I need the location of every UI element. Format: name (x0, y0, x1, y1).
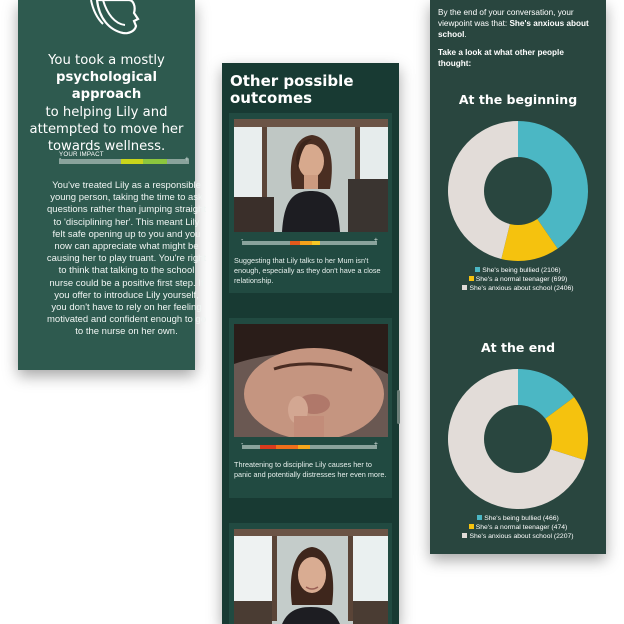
chart-title-end: At the end (480, 340, 556, 355)
legend-item-anxious: She's anxious about school (2406) (430, 284, 606, 293)
outcome-card[interactable]: - + Suggesting that Lily talks to her Mu… (229, 113, 392, 293)
outcome-video-thumbnail[interactable] (234, 529, 388, 624)
result-summary-card: You took a mostly psychological approach… (18, 0, 206, 370)
impact-segment (298, 445, 310, 449)
approach-summary: You took a mostly psychological approach… (29, 53, 184, 155)
viewpoint-summary: By the end of your conversation, your vi… (438, 8, 589, 39)
legend-item-bullied: She's being bullied (466) (430, 514, 606, 523)
chart-title-beginning: At the beginning (458, 92, 578, 107)
legend-item-anxious: She's anxious about school (2207) (430, 532, 606, 541)
outcome-caption: Suggesting that Lily talks to her Mum is… (234, 256, 381, 285)
chart-legend-beginning: She's being bullied (2106) She's a norma… (430, 266, 606, 294)
legend-swatch (475, 267, 481, 272)
outcome-card[interactable] (229, 523, 392, 624)
other-outcomes-card: Other possible outcomes - + Suggesting t… (222, 63, 399, 624)
legend-item-bullied: She's being bullied (2106) (430, 266, 606, 275)
outcomes-title: Other possible outcomes (230, 72, 354, 107)
donut-chart-end (448, 369, 588, 509)
donut-hole (484, 405, 552, 473)
legend-swatch (468, 276, 474, 282)
legend-swatch (462, 533, 468, 539)
impact-meter: - + (59, 156, 189, 164)
outcome-caption: Threatening to discipline Lily causes he… (234, 460, 387, 479)
donut-hole (484, 157, 552, 225)
legend-swatch (468, 524, 474, 530)
chart-legend-end: She's being bullied (466) She's a normal… (430, 514, 606, 542)
impact-segment (290, 241, 300, 245)
outcome-card[interactable]: - + Threatening to discipline Lily cause… (229, 318, 392, 498)
outcome-impact-meter: - + (241, 441, 378, 449)
legend-item-teenager: She's a normal teenager (474) (430, 523, 606, 532)
impact-segment (260, 445, 276, 449)
head-profile-icon (90, 0, 140, 35)
impact-segment (276, 445, 298, 449)
outcome-impact-meter: - + (241, 237, 378, 245)
impact-explanation: You've treated Lily as a responsible you… (46, 180, 207, 338)
impact-segment (300, 241, 312, 245)
legend-item-teenager: She's a normal teenager (699) (430, 275, 606, 284)
community-results-card: By the end of your conversation, your vi… (430, 0, 606, 554)
legend-swatch (462, 285, 468, 291)
outcome-video-thumbnail[interactable] (234, 119, 388, 232)
outcome-video-thumbnail[interactable] (234, 324, 388, 437)
donut-chart-beginning (448, 121, 588, 261)
legend-swatch (477, 515, 483, 520)
impact-label: YOUR IMPACT (59, 151, 104, 158)
impact-segment (312, 241, 320, 245)
scrollbar-thumb[interactable] (397, 390, 400, 424)
others-prompt: Take a look at what other people thought… (438, 48, 564, 68)
